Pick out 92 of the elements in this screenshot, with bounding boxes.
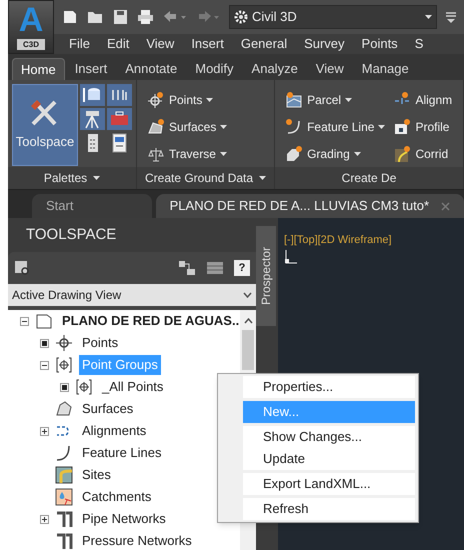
table-icon[interactable] [206,260,224,276]
ribbon-command[interactable]: Profile [393,117,452,136]
point-group-icon [75,378,93,396]
menu-item[interactable]: Properties... [243,376,415,398]
scroll-up-icon[interactable] [244,318,252,324]
menu-item[interactable]: Survey [304,34,345,54]
tree-item[interactable]: Feature Lines [79,443,164,463]
grading-icon [285,144,304,162]
ribbon-tab[interactable]: Modify [187,58,242,80]
ribbon-tab[interactable]: Home [12,58,65,80]
crosshair-icon [147,90,165,108]
node-marker-icon[interactable] [40,338,49,348]
panel-title[interactable]: Palettes [8,167,136,189]
viewport-controls[interactable]: [-][Top][2D Wireframe] [284,232,464,248]
new-file-icon[interactable] [62,9,78,25]
ribbon-command[interactable]: Corrid [393,144,452,163]
help-button[interactable]: ? [234,260,250,276]
ribbon-command[interactable]: Feature Line [285,117,386,136]
caret-icon [259,176,266,180]
ribbon-command[interactable]: Traverse [147,144,228,163]
profile-icon [393,118,412,136]
tree-item[interactable]: Sites [79,465,114,485]
undo-icon[interactable] [163,10,187,24]
printer-icon[interactable] [137,9,154,25]
menu-icon[interactable] [446,11,456,23]
ucs-icon [284,248,298,264]
document-tab[interactable]: Start [32,194,152,218]
document-tab[interactable]: PLANO DE RED DE A... LLUVIAS CM3 tuto* [156,194,464,218]
scroll-thumb[interactable] [242,330,254,370]
ribbon-command[interactable]: Surfaces [147,117,228,136]
menu-item[interactable]: Show Changes... [243,426,415,448]
search-icon[interactable] [14,260,30,276]
ribbon-tab[interactable]: Insert [66,58,116,80]
expand-icon[interactable] [40,514,49,524]
tree-item[interactable]: Surfaces [79,399,136,419]
menu-item[interactable]: File [69,34,90,54]
collapse-icon[interactable] [20,316,29,326]
catchment-icon [55,488,73,506]
ribbon-command[interactable]: Parcel [285,90,386,109]
tree-item[interactable]: Alignments [79,421,150,441]
caret-icon [93,176,100,180]
surface-icon [147,118,165,136]
parcel-icon [285,90,304,108]
save-icon[interactable] [113,9,128,25]
tree-item[interactable]: _All Points [99,377,166,397]
view-dropdown[interactable]: Active Drawing View [8,284,256,306]
corridor-icon [393,144,412,162]
menu-item[interactable]: Points [362,34,398,54]
panel-title[interactable]: Create Ground Data [137,167,274,189]
caret-icon [425,15,432,19]
point-group-icon [55,356,73,374]
workspace-dropdown[interactable]: Civil 3D [229,5,437,29]
tree-item[interactable]: Pipe Networks [79,509,169,529]
panel-title[interactable]: Create De [275,167,463,189]
site-icon [55,466,73,484]
app-label: C3D [16,39,45,50]
ribbon-tab[interactable]: View [308,58,352,80]
menu-item[interactable]: S [414,34,424,54]
tree-item[interactable]: Points [79,333,122,353]
ribbon-tab[interactable]: Annotate [117,58,186,80]
ribbon-command[interactable]: Alignm [393,90,452,109]
ribbon-command[interactable]: Points [147,90,228,109]
tripod-icon[interactable] [80,108,105,130]
ribbon-tab[interactable]: Manage [354,58,417,80]
menu-item[interactable]: Insert [191,34,224,54]
ribbon-tab[interactable]: Analyze [244,58,306,80]
expand-icon[interactable] [40,426,49,436]
menu-item[interactable]: Update [243,448,415,470]
menu-item[interactable]: Edit [106,34,130,54]
tree-item[interactable]: PLANO DE RED DE AGUAS... [59,311,240,331]
menu-item[interactable]: General [240,34,288,54]
surface-icon [55,400,73,418]
folder-icon[interactable] [87,9,104,25]
toolbox-icon[interactable] [107,108,132,130]
gear-icon [234,10,248,24]
pipe-icon [55,510,73,528]
tree-view-icon[interactable] [178,260,196,276]
list-icon[interactable] [107,84,132,106]
app-logo: A [18,3,44,37]
tree-item[interactable]: Pressure Networks [79,531,195,550]
application-button[interactable]: A C3D [8,0,54,54]
palette-title: TOOLSPACE [25,224,118,245]
ribbon-command[interactable]: Grading [285,144,386,163]
crosshair-icon [55,334,73,352]
collapse-icon[interactable] [40,360,49,370]
pipe-icon [55,532,73,550]
chevron-down-icon [243,292,252,298]
node-marker-icon[interactable] [60,382,69,392]
database-icon[interactable] [80,84,105,106]
tree-item[interactable]: Catchments [79,487,154,507]
toolspace-button[interactable]: Toolspace [12,84,78,166]
menu-item[interactable]: View [146,34,174,54]
